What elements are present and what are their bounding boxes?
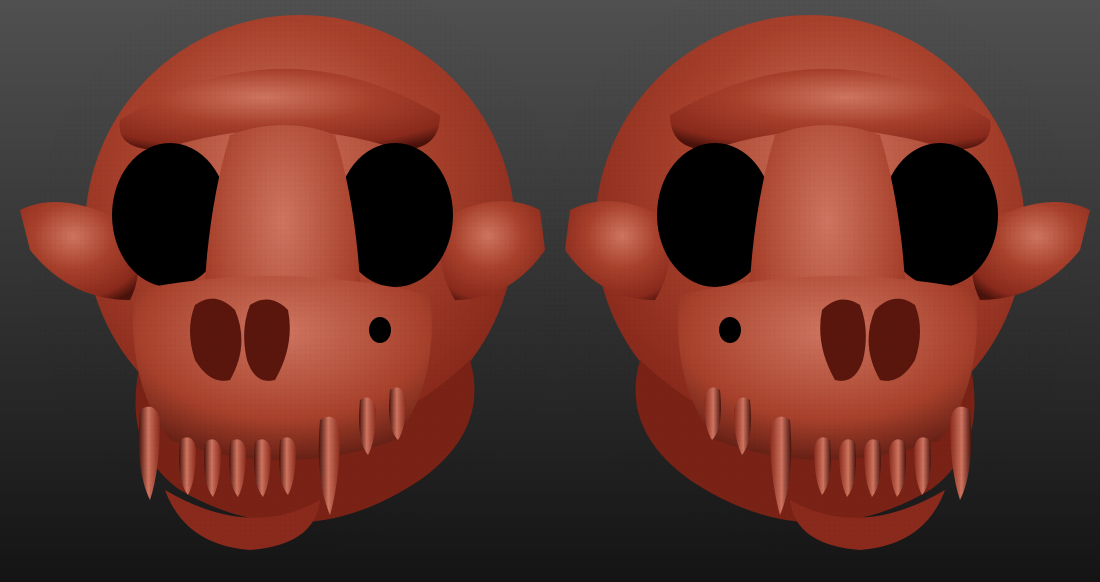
sculpt-viewport	[0, 0, 1100, 582]
render-canvas	[0, 0, 1100, 582]
